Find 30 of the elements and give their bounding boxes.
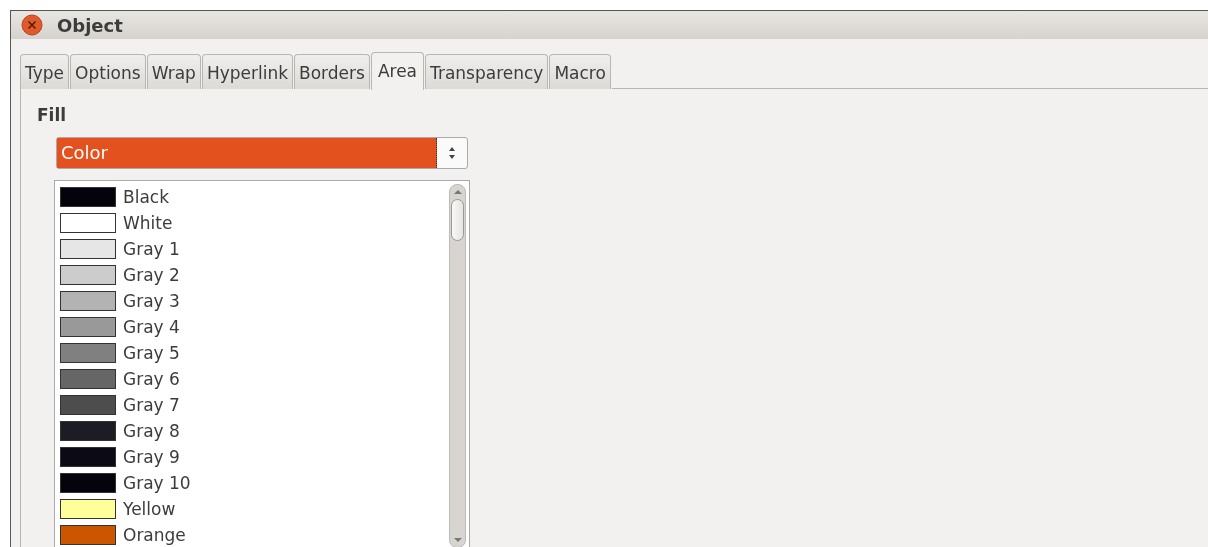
tab[interactable]: Hyperlink: [201, 54, 294, 89]
color-name[interactable]: Gray 9: [123, 447, 180, 467]
tab[interactable]: Area: [370, 52, 425, 90]
scrollbar-thumb[interactable]: [451, 199, 464, 241]
close-icon[interactable]: [21, 14, 43, 36]
tab[interactable]: Transparency: [425, 54, 549, 89]
color-name[interactable]: Gray 8: [123, 421, 180, 441]
color-name[interactable]: Gray 3: [123, 291, 180, 311]
fill-type-dropdown[interactable]: Color: [56, 137, 468, 169]
tab[interactable]: Type: [20, 54, 70, 89]
color-name[interactable]: Yellow: [123, 499, 176, 519]
color-name[interactable]: Gray 2: [123, 265, 180, 285]
color-name[interactable]: Gray 7: [123, 395, 180, 415]
color-name[interactable]: Black: [123, 187, 169, 207]
color-name[interactable]: White: [123, 213, 173, 233]
color-name[interactable]: Gray 1: [123, 239, 180, 259]
scroll-up-icon[interactable]: [452, 188, 463, 196]
color-name[interactable]: Gray 6: [123, 369, 180, 389]
tab[interactable]: Wrap: [146, 54, 201, 89]
color-name[interactable]: Gray 10: [123, 473, 191, 493]
tab[interactable]: Borders: [294, 54, 370, 89]
section-label: Fill: [37, 105, 67, 125]
window-title: Object: [57, 14, 123, 36]
color-name[interactable]: Gray 5: [123, 343, 180, 363]
scroll-down-icon[interactable]: [452, 536, 463, 544]
tab[interactable]: Macro: [549, 54, 611, 89]
tab[interactable]: Options: [70, 54, 146, 89]
color-name[interactable]: Gray 4: [123, 317, 180, 337]
color-name[interactable]: Orange: [123, 525, 186, 545]
scrollbar[interactable]: [449, 184, 466, 547]
